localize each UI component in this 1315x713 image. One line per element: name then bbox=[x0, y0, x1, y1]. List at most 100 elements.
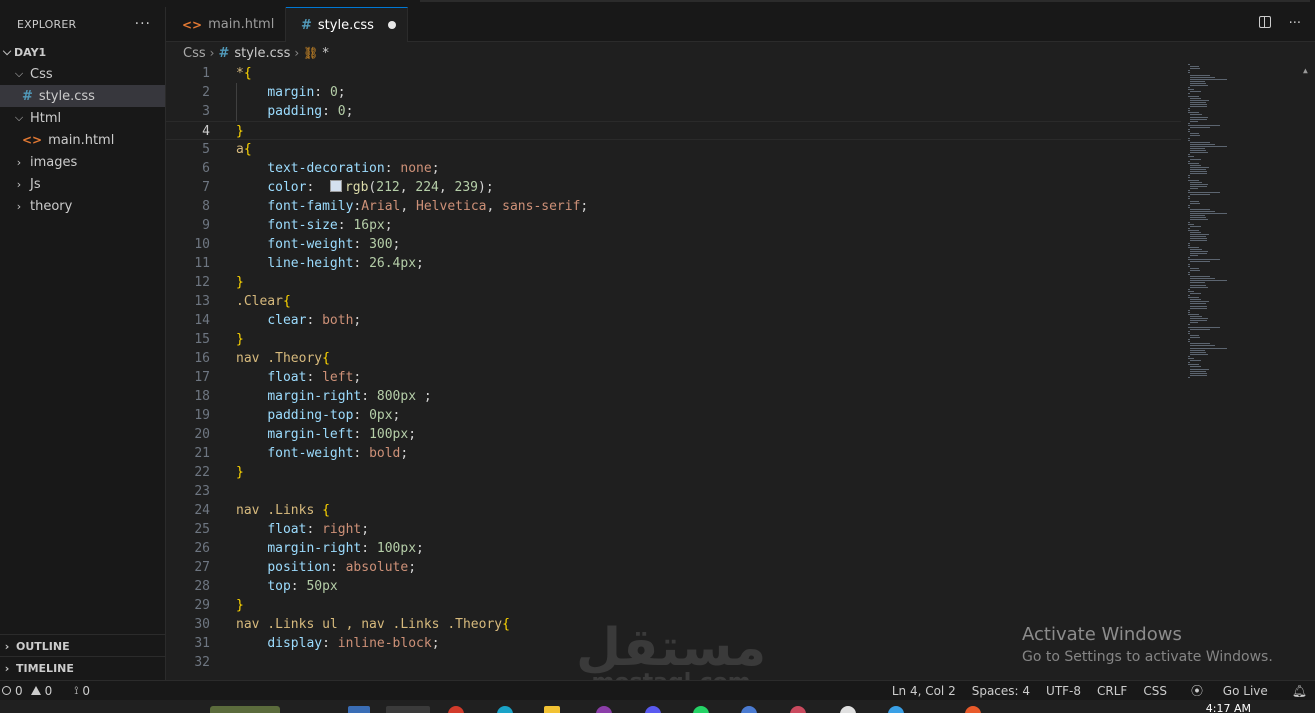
app-icon[interactable] bbox=[596, 706, 612, 713]
app-icon[interactable] bbox=[965, 706, 981, 713]
app-icon[interactable] bbox=[790, 706, 806, 713]
breadcrumb-folder[interactable]: Css bbox=[183, 46, 206, 61]
folder-js[interactable]: › Js bbox=[0, 173, 165, 195]
app-icon[interactable] bbox=[645, 706, 661, 713]
more-actions-icon[interactable]: ··· bbox=[1289, 16, 1301, 31]
line-number: 23 bbox=[194, 484, 210, 499]
unsaved-dot-icon[interactable] bbox=[388, 21, 396, 29]
folder-css[interactable]: ⌵ Css bbox=[0, 63, 165, 85]
code-line[interactable]: 27 position: absolute; bbox=[166, 558, 1315, 577]
code-line[interactable]: 8 font-family:Arial, Helvetica, sans-ser… bbox=[166, 197, 1315, 216]
breadcrumb-file[interactable]: style.css bbox=[234, 46, 290, 61]
code-line[interactable]: 6 text-decoration: none; bbox=[166, 159, 1315, 178]
html-file-icon: <> bbox=[182, 17, 203, 32]
minimap-line bbox=[1190, 133, 1200, 135]
file-explorer-icon[interactable] bbox=[544, 706, 560, 713]
code-line[interactable]: 11 line-height: 26.4px; bbox=[166, 254, 1315, 273]
app-icon[interactable] bbox=[348, 706, 370, 713]
chevron-right-icon: › bbox=[16, 199, 22, 213]
timeline-section[interactable]: › TIMELINE bbox=[0, 656, 165, 679]
outline-section[interactable]: › OUTLINE bbox=[0, 634, 165, 657]
html-file-icon: <> bbox=[22, 133, 43, 147]
breadcrumb-symbol[interactable]: * bbox=[322, 46, 329, 61]
code-line[interactable]: 17 float: left; bbox=[166, 368, 1315, 387]
code-line[interactable]: 2 margin: 0; bbox=[166, 83, 1315, 102]
minimap-line bbox=[1190, 322, 1199, 324]
code-line[interactable]: 12} bbox=[166, 273, 1315, 292]
folder-label: theory bbox=[30, 198, 73, 214]
minimap-line bbox=[1190, 116, 1209, 118]
line-text: } bbox=[236, 275, 244, 290]
line-endings[interactable]: CRLF bbox=[1097, 684, 1127, 698]
minimap[interactable] bbox=[1188, 64, 1268, 384]
code-line[interactable]: 28 top: 50px bbox=[166, 577, 1315, 596]
workspace-root[interactable]: ⌵ DAY1 bbox=[0, 41, 165, 63]
code-line[interactable]: 14 clear: both; bbox=[166, 311, 1315, 330]
code-line[interactable]: 3 padding: 0; bbox=[166, 102, 1315, 121]
code-line[interactable]: 13 .Clear{ bbox=[166, 292, 1315, 311]
minimap-line bbox=[1188, 274, 1190, 275]
color-swatch[interactable] bbox=[329, 180, 342, 192]
tab-style-css[interactable]: # style.css bbox=[286, 7, 408, 42]
code-line[interactable]: 21 font-weight: bold; bbox=[166, 444, 1315, 463]
minimap-line bbox=[1188, 229, 1199, 231]
code-line[interactable]: 19 padding-top: 0px; bbox=[166, 406, 1315, 425]
code-line[interactable]: 25 float: right; bbox=[166, 520, 1315, 539]
app-icon[interactable] bbox=[741, 706, 757, 713]
go-live-button[interactable]: ⦿ Go Live bbox=[1183, 682, 1276, 699]
code-line[interactable]: 29} bbox=[166, 596, 1315, 615]
minimap-line bbox=[1188, 89, 1195, 91]
code-line[interactable]: 16 nav .Theory{ bbox=[166, 349, 1315, 368]
minimap-line bbox=[1188, 242, 1190, 244]
scroll-up-icon[interactable]: ▲ bbox=[1303, 66, 1311, 75]
minimap-line bbox=[1188, 339, 1190, 341]
minimap-line bbox=[1188, 257, 1190, 259]
minimap-line bbox=[1188, 139, 1190, 141]
minimap-line bbox=[1190, 316, 1203, 317]
folder-html[interactable]: ⌵ Html bbox=[0, 107, 165, 129]
weather-widget-icon[interactable] bbox=[210, 706, 280, 713]
folder-images[interactable]: › images bbox=[0, 151, 165, 173]
cursor-position[interactable]: Ln 4, Col 2 bbox=[892, 684, 956, 698]
code-line[interactable]: 20 margin-left: 100px; bbox=[166, 425, 1315, 444]
whatsapp-icon[interactable] bbox=[693, 706, 709, 713]
folder-label: images bbox=[30, 154, 78, 170]
app-icon[interactable] bbox=[840, 706, 856, 713]
code-line[interactable]: 24 nav .Links { bbox=[166, 501, 1315, 520]
folder-theory[interactable]: › theory bbox=[0, 195, 165, 217]
vertical-scrollbar[interactable]: ▲ bbox=[1300, 64, 1314, 680]
code-line[interactable]: 4} bbox=[166, 121, 1181, 140]
code-line[interactable]: 15} bbox=[166, 330, 1315, 349]
code-line[interactable]: 10 font-weight: 300; bbox=[166, 235, 1315, 254]
file-style-css[interactable]: # style.css bbox=[0, 85, 165, 107]
app-icon[interactable] bbox=[448, 706, 464, 713]
split-editor-icon[interactable] bbox=[1258, 16, 1271, 28]
minimap-line bbox=[1190, 76, 1215, 78]
code-line[interactable]: 9 font-size: 16px; bbox=[166, 216, 1315, 235]
code-line[interactable]: 26 margin-right: 100px; bbox=[166, 539, 1315, 558]
code-line[interactable]: 7 color: rgb(212, 224, 239); bbox=[166, 178, 1315, 197]
code-line[interactable]: 5 a{ bbox=[166, 140, 1315, 159]
file-main-html[interactable]: <> main.html bbox=[0, 129, 165, 151]
minimap-line bbox=[1190, 301, 1210, 303]
language-mode[interactable]: CSS bbox=[1143, 684, 1167, 698]
more-actions-icon[interactable]: ··· bbox=[135, 16, 151, 32]
minimap-line bbox=[1188, 160, 1190, 162]
problems-indicator[interactable]: 0 0 ⟟ 0 bbox=[0, 684, 90, 698]
indentation[interactable]: Spaces: 4 bbox=[972, 684, 1030, 698]
code-editor[interactable]: 1 *{2 margin: 0; 3 padding: 0; 4} 5 a{6 text-… bbox=[166, 64, 1315, 680]
app-icon[interactable] bbox=[888, 706, 904, 713]
code-line[interactable]: 22} bbox=[166, 463, 1315, 482]
line-text: margin: 0; bbox=[267, 85, 346, 100]
taskbar-clock[interactable]: 4:17 AM bbox=[1206, 702, 1251, 713]
minimap-line bbox=[1188, 87, 1190, 89]
bell-icon[interactable]: 🔔︎ bbox=[1292, 684, 1307, 698]
vscode-taskbar-icon[interactable] bbox=[386, 706, 430, 713]
app-icon[interactable] bbox=[497, 706, 513, 713]
encoding[interactable]: UTF-8 bbox=[1046, 684, 1081, 698]
code-line[interactable]: 18 margin-right: 800px ; bbox=[166, 387, 1315, 406]
code-line[interactable]: 23 bbox=[166, 482, 1315, 501]
code-line[interactable]: 1 *{ bbox=[166, 64, 1315, 83]
tab-main-html[interactable]: <> main.html bbox=[166, 7, 286, 42]
line-text: nav .Links ul , nav .Links .Theory{ bbox=[236, 617, 510, 632]
